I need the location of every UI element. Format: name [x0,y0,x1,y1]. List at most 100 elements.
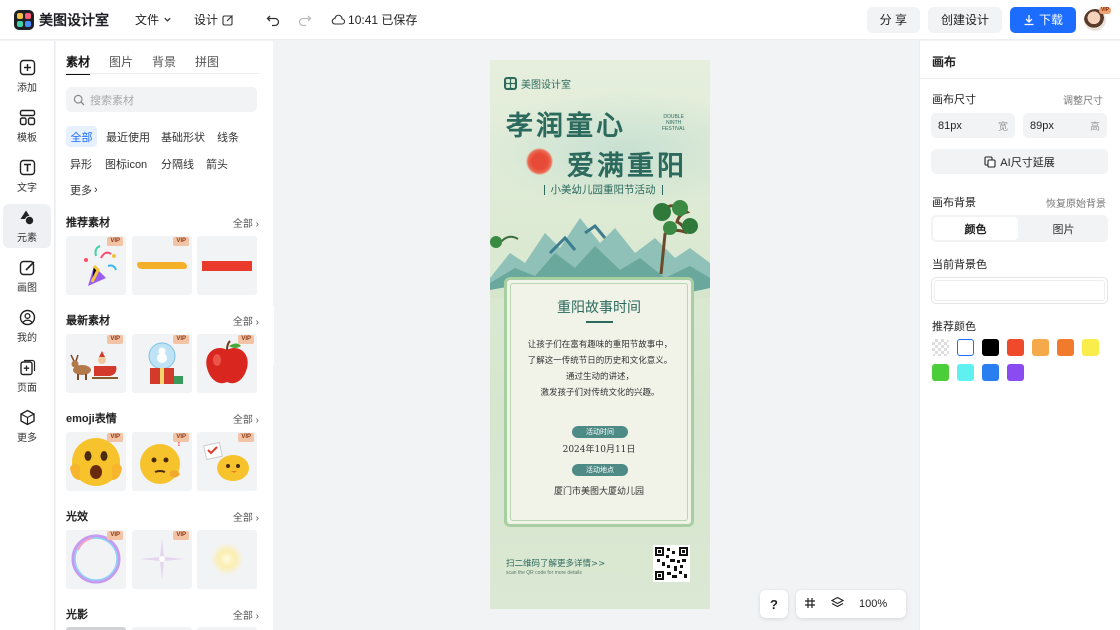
chip-icons[interactable]: 图标icon [102,153,150,174]
swatch-black[interactable] [982,339,999,356]
time-label-pill: 活动时间 [572,426,628,438]
redo-icon[interactable] [298,13,312,27]
asset-reindeer-sleigh[interactable]: VIP [66,334,126,393]
glow-shape [211,542,243,576]
chip-dividers[interactable]: 分隔线 [158,153,197,174]
see-all-link[interactable]: 全部 › [233,313,259,328]
tab-collage[interactable]: 拼图 [195,53,219,75]
avatar[interactable]: VIP [1084,6,1111,31]
asset-snowglobe-gift[interactable]: VIP [132,334,192,393]
see-all-label: 全部 [232,414,253,426]
current-bg-color [934,280,1105,301]
chip-lines[interactable]: 线条 [214,126,242,147]
grid-icon[interactable] [804,597,816,612]
swatch-transparent[interactable] [932,339,949,356]
nav-item-add[interactable]: 添加 [3,54,51,98]
poster-title-line1: 孝润童心 [506,111,626,142]
design-menu[interactable]: 设计 [194,11,234,28]
card-title-underline [586,321,613,323]
swatch-white[interactable] [957,339,974,356]
qr-code[interactable] [653,545,690,582]
current-bg-swatch[interactable] [931,277,1108,304]
search-input[interactable]: 搜索素材 [66,87,257,112]
ai-resize-icon [984,155,996,168]
see-all-link[interactable]: 全部 › [233,607,259,622]
create-design-button[interactable]: 创建设计 [927,6,1002,33]
ai-extend-button[interactable]: AI尺寸延展 [931,149,1108,174]
asset-orange-brush[interactable]: VIP [132,236,192,295]
chip-irregular[interactable]: 异形 [67,153,95,174]
nav-item-more[interactable]: 更多 [3,404,51,448]
file-menu[interactable]: 文件 [135,11,172,28]
asset-bubble-ring[interactable]: VIP [66,530,126,589]
zoom-level[interactable]: 100% [859,598,887,610]
swatch-purple[interactable] [1007,364,1024,381]
chip-basic-shapes[interactable]: 基础形状 [158,126,208,147]
asset-panel: 素材 图片 背景 拼图 搜索素材 全部 最近使用 基础形状 线条 异形 图标ic… [56,41,273,630]
share-label: 分 享 [879,13,907,27]
properties-panel: 画布 画布尺寸 调整尺寸 81px 宽 89px 高 AI尺寸延展 画布背景 恢… [919,41,1120,630]
tab-backgrounds[interactable]: 背景 [152,53,176,75]
nav-item-draw[interactable]: 画图 [3,254,51,298]
nav-item-mine[interactable]: 我的 [3,304,51,348]
adjust-size-link[interactable]: 调整尺寸 [1063,92,1103,107]
poster-brand-text: 美图设计室 [521,80,571,91]
swatch-red[interactable] [1007,339,1024,356]
bg-tab-image[interactable]: 图片 [1021,217,1106,240]
see-all-link[interactable]: 全部 › [233,509,259,524]
help-button[interactable]: ? [760,590,788,618]
asset-star-sparkle[interactable]: VIP [132,530,192,589]
file-menu-label: 文件 [135,13,160,27]
vip-badge: VIP [107,237,123,246]
asset-chick-emoji[interactable]: VIP [197,432,257,491]
footer-cta: 扫二维码了解更多详情>> [506,559,606,569]
nav-item-pages[interactable]: 页面 [3,354,51,398]
chip-arrows[interactable]: 箭头 [203,153,231,174]
section-header-light-effects: 光效 全部 › [66,508,259,524]
nav-item-templates[interactable]: 模板 [3,104,51,148]
app-logo[interactable]: 美图设计室 [14,9,109,30]
width-value: 81px [938,119,962,132]
chip-recent[interactable]: 最近使用 [103,126,153,147]
tab-materials[interactable]: 素材 [66,53,91,75]
swatch-blue[interactable] [982,364,999,381]
asset-soft-glow[interactable] [197,530,257,589]
bg-tab-color[interactable]: 颜色 [933,217,1018,240]
layers-icon[interactable] [830,596,845,612]
see-all-link[interactable]: 全部 › [233,215,259,230]
restore-bg-link[interactable]: 恢复原始背景 [1046,195,1106,210]
section-header-shadows: 光影 全部 › [66,606,259,622]
undo-icon[interactable] [266,13,280,27]
asset-red-rectangle[interactable] [197,236,257,295]
swatch-orange[interactable] [1057,339,1074,356]
asset-red-apple[interactable]: VIP [197,334,257,393]
section-title: 光效 [66,511,88,523]
download-label: 下载 [1038,13,1063,27]
width-input[interactable]: 81px 宽 [931,113,1015,138]
nav-item-text[interactable]: 文字 [3,154,51,198]
asset-party-popper[interactable]: VIP [66,236,126,295]
nav-item-elements[interactable]: 元素 [3,204,51,248]
see-all-link[interactable]: 全部 › [233,411,259,426]
swatch-light-orange[interactable] [1032,339,1049,356]
swatch-yellow[interactable] [1082,339,1099,356]
asset-shocked-emoji[interactable]: VIP [66,432,126,491]
swatch-green[interactable] [932,364,949,381]
section-header-newest: 最新素材 全部 › [66,312,259,328]
poster-canvas[interactable]: 美图设计室 孝润童心 DOUBLE NINTH FESTIVAL 爱满重阳 小美… [490,60,710,609]
chip-all[interactable]: 全部 [66,126,97,147]
red-sun-decoration [526,148,553,175]
tab-images[interactable]: 图片 [109,53,133,75]
chip-more[interactable]: 更多 › [67,179,101,200]
width-unit: 宽 [998,122,1008,133]
download-button[interactable]: 下载 [1009,6,1076,33]
user-icon [19,309,35,325]
height-input[interactable]: 89px 高 [1023,113,1107,138]
share-button[interactable]: 分 享 [866,6,920,33]
current-bg-label: 当前背景色 [932,259,987,271]
card-body-line: 激发孩子们对传统文化的兴趣。 [540,388,660,398]
nav-item-label: 文字 [17,182,37,194]
see-all-label: 全部 [232,316,253,328]
asset-thinking-emoji[interactable]: ? VIP [132,432,192,491]
swatch-cyan[interactable] [957,364,974,381]
